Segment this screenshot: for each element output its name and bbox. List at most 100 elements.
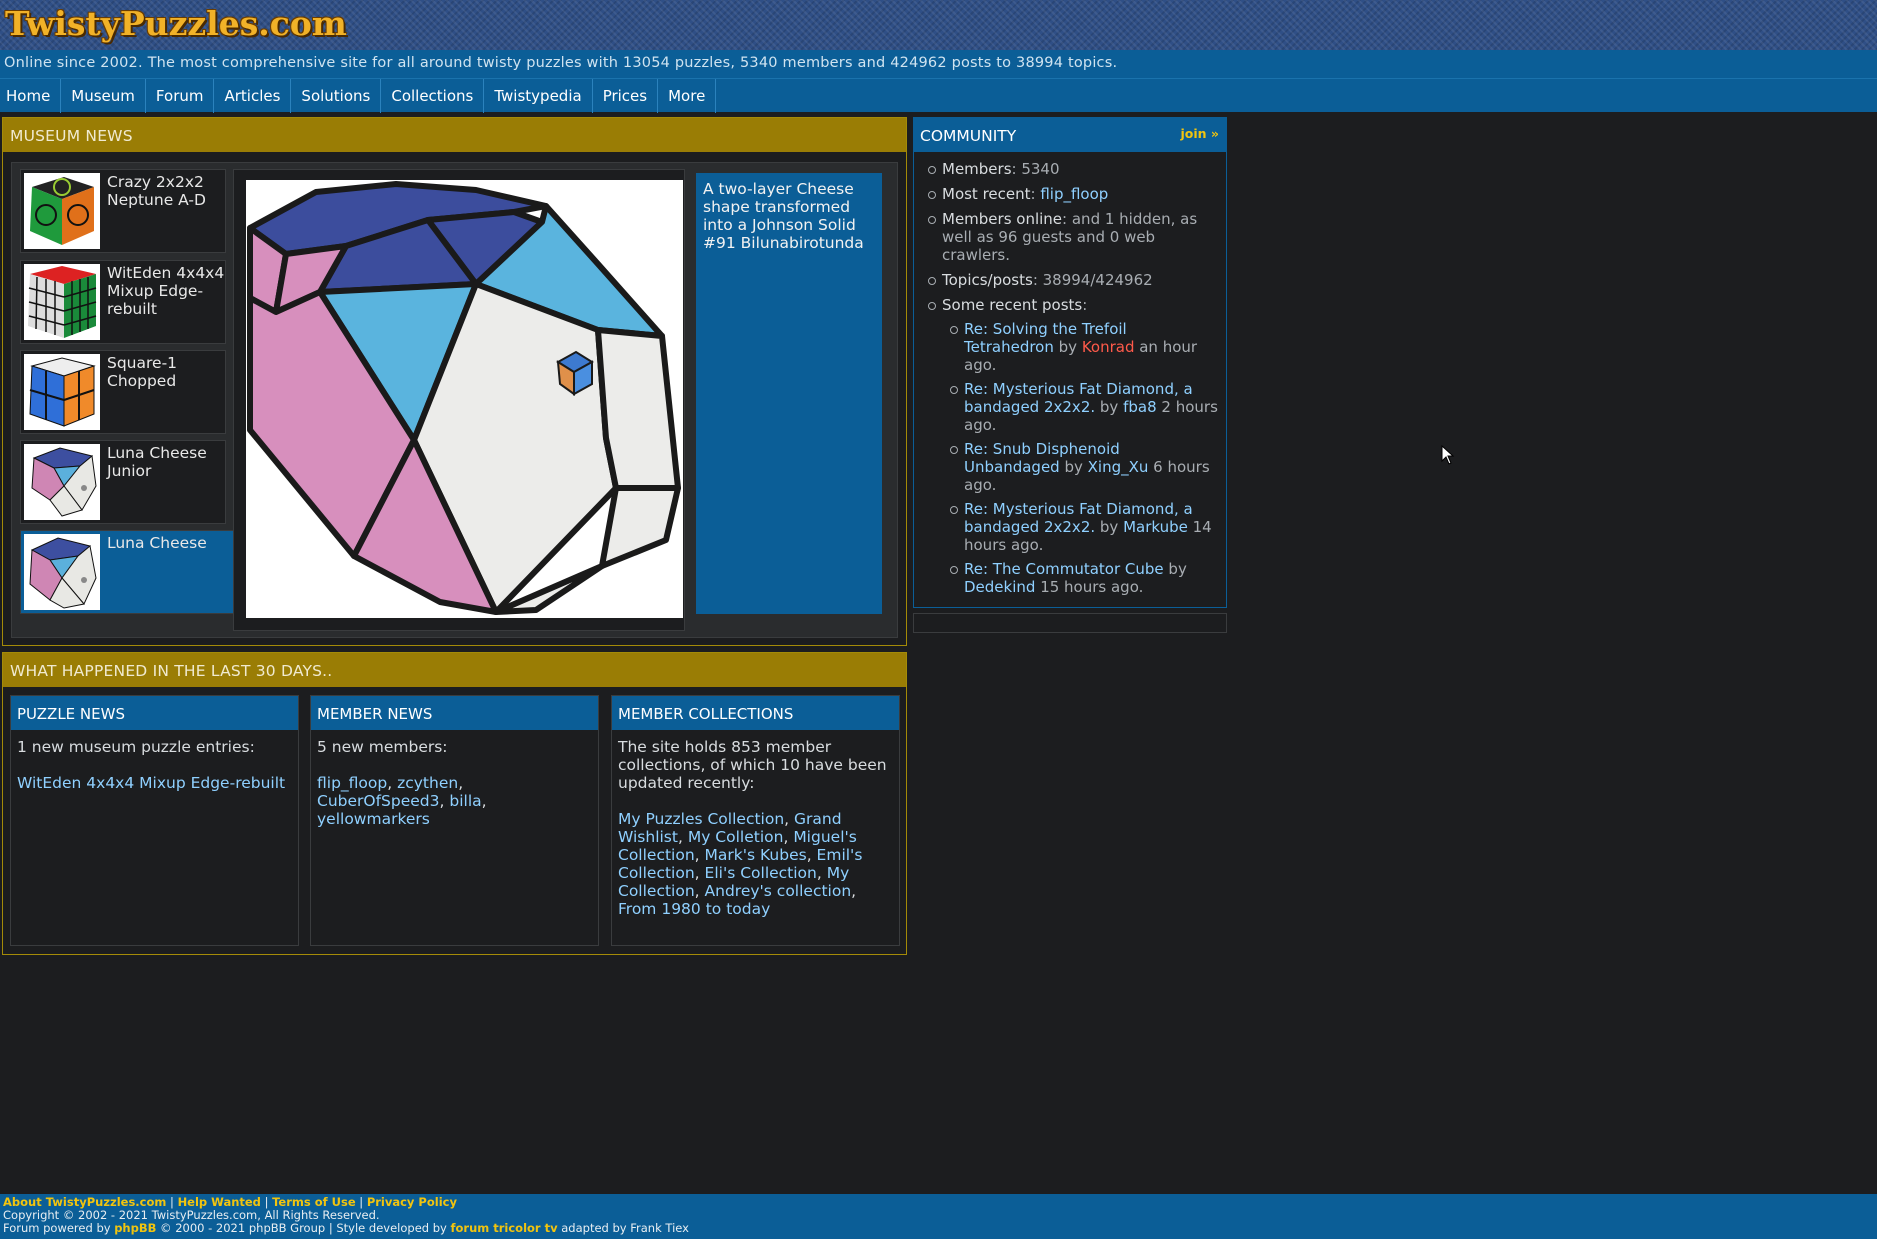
museum-item[interactable]: Square-1 Chopped	[20, 350, 226, 434]
last-30-days-title: WHAT HAPPENED IN THE LAST 30 DAYS..	[3, 653, 906, 687]
museum-item-name[interactable]: Crazy 2x2x2 Neptune A-D	[107, 173, 225, 209]
puzzle-news-entry-link[interactable]: WitEden 4x4x4 Mixup Edge-rebuilt	[17, 774, 285, 792]
recent-posts: Some recent posts: Re: Solving the Trefo…	[928, 296, 1220, 596]
community-title: COMMUNITY	[920, 127, 1017, 145]
museum-item-name[interactable]: WitEden 4x4x4 Mixup Edge-rebuilt	[107, 264, 225, 318]
most-recent-label: Most recent	[942, 185, 1031, 203]
site-banner: TwistyPuzzles.com	[0, 0, 1877, 50]
recent-post: Re: Solving the Trefoil Tetrahedron by K…	[950, 320, 1220, 374]
featured-puzzle-description[interactable]: A two-layer Cheese shape transformed int…	[696, 173, 882, 614]
puzzle-thumbnail[interactable]	[24, 173, 100, 249]
main-nav: Home Museum Forum Articles Solutions Col…	[0, 78, 1877, 113]
puzzle-news-intro: 1 new museum puzzle entries:	[17, 738, 255, 756]
topics-posts-value: : 38994/424962	[1032, 271, 1153, 289]
collection-link[interactable]: Eli's Collection	[705, 864, 817, 882]
post-by: by	[1095, 518, 1124, 536]
post-author-link[interactable]: Xing_Xu	[1088, 458, 1149, 476]
site-footer: About TwistyPuzzles.com | Help Wanted | …	[0, 1194, 1877, 1239]
new-member-link[interactable]: flip_floop	[317, 774, 387, 792]
member-collections-intro: The site holds 853 member collections, o…	[618, 738, 887, 792]
member-news-title: MEMBER NEWS	[311, 696, 598, 730]
museum-item-name[interactable]: Luna Cheese	[107, 534, 225, 552]
most-recent-sep: :	[1030, 185, 1041, 203]
new-member-link[interactable]: billa	[449, 792, 481, 810]
most-recent-member-link[interactable]: flip_floop	[1040, 185, 1108, 203]
museum-item-name[interactable]: Luna Cheese Junior	[107, 444, 225, 480]
community-empty-box	[913, 613, 1227, 633]
museum-item[interactable]: Luna Cheese Junior	[20, 440, 226, 524]
post-author-link[interactable]: Konrad	[1082, 338, 1135, 356]
last-30-days-panel: WHAT HAPPENED IN THE LAST 30 DAYS.. PUZZ…	[2, 652, 907, 955]
member-collections-title: MEMBER COLLECTIONS	[612, 696, 899, 730]
collection-link[interactable]: From 1980 to today	[618, 900, 770, 918]
post-author-link[interactable]: Markube	[1123, 518, 1188, 536]
museum-item-selected[interactable]: Luna Cheese	[20, 530, 234, 614]
recent-post: Re: Mysterious Fat Diamond, a bandaged 2…	[950, 380, 1220, 434]
post-author-link[interactable]: Dedekind	[964, 578, 1035, 596]
nav-home[interactable]: Home	[0, 79, 62, 113]
recent-post: Re: The Commutator Cube by Dedekind 15 h…	[950, 560, 1220, 596]
site-logo[interactable]: TwistyPuzzles.com	[5, 4, 347, 43]
recent-posts-label: Some recent posts	[942, 296, 1083, 314]
museum-item[interactable]: WitEden 4x4x4 Mixup Edge-rebuilt	[20, 260, 226, 344]
nav-twistypedia[interactable]: Twistypedia	[484, 79, 593, 113]
footer-terms-link[interactable]: Terms of Use	[272, 1195, 356, 1209]
footer-powered-by: Forum powered by phpBB © 2000 - 2021 php…	[3, 1222, 1877, 1235]
members-value: : 5340	[1011, 160, 1060, 178]
post-by: by	[1163, 560, 1187, 578]
puzzle-thumbnail[interactable]	[24, 534, 100, 610]
powered-suffix: adapted by Frank Tiex	[557, 1221, 689, 1235]
powered-mid: © 2000 - 2021 phpBB Group | Style develo…	[156, 1221, 451, 1235]
museum-news-content: Crazy 2x2x2 Neptune A-D WitEden 4x4x4 Mi…	[11, 162, 898, 638]
nav-museum[interactable]: Museum	[61, 79, 146, 113]
featured-puzzle-image[interactable]	[246, 180, 683, 618]
nav-forum[interactable]: Forum	[146, 79, 215, 113]
member-collections-column: MEMBER COLLECTIONS The site holds 853 me…	[611, 695, 900, 946]
footer-about-link[interactable]: About TwistyPuzzles.com	[3, 1195, 166, 1209]
museum-news-panel: MUSEUM NEWS Crazy 2x2x2 Neptune A-D WitE…	[2, 117, 907, 646]
recent-posts-colon: :	[1082, 296, 1088, 314]
collection-link[interactable]: My Colletion	[688, 828, 784, 846]
post-time: 15 hours ago.	[1035, 578, 1144, 596]
puzzle-news-column: PUZZLE NEWS 1 new museum puzzle entries:…	[10, 695, 299, 946]
footer-help-wanted-link[interactable]: Help Wanted	[178, 1195, 261, 1209]
members-label: Members	[942, 160, 1012, 178]
join-link[interactable]: join »	[1181, 126, 1219, 141]
most-recent-member: Most recent: flip_floop	[928, 185, 1220, 203]
nav-solutions[interactable]: Solutions	[291, 79, 382, 113]
museum-news-title: MUSEUM NEWS	[3, 118, 906, 152]
topics-posts: Topics/posts: 38994/424962	[928, 271, 1220, 289]
member-news-intro: 5 new members:	[317, 738, 448, 756]
puzzle-news-title: PUZZLE NEWS	[11, 696, 298, 730]
nav-collections[interactable]: Collections	[381, 79, 485, 113]
puzzle-thumbnail[interactable]	[24, 444, 100, 520]
site-tagline: Online since 2002. The most comprehensiv…	[0, 50, 1877, 78]
recent-post: Re: Snub Disphenoid Unbandaged by Xing_X…	[950, 440, 1220, 494]
post-by: by	[1059, 458, 1088, 476]
recent-post: Re: Mysterious Fat Diamond, a bandaged 2…	[950, 500, 1220, 554]
members-online-label: Members online	[942, 210, 1063, 228]
new-member-link[interactable]: zcythen	[397, 774, 458, 792]
new-member-link[interactable]: yellowmarkers	[317, 810, 430, 828]
nav-prices[interactable]: Prices	[593, 79, 659, 113]
post-by: by	[1053, 338, 1082, 356]
puzzle-thumbnail[interactable]	[24, 264, 100, 340]
collection-link[interactable]: Mark's Kubes	[705, 846, 807, 864]
recent-posts-list: Re: Solving the Trefoil Tetrahedron by K…	[942, 320, 1220, 596]
footer-privacy-link[interactable]: Privacy Policy	[367, 1195, 457, 1209]
puzzle-thumbnail[interactable]	[24, 354, 100, 430]
nav-more[interactable]: More	[658, 79, 717, 113]
nav-articles[interactable]: Articles	[214, 79, 292, 113]
member-news-column: MEMBER NEWS 5 new members: flip_floop, z…	[310, 695, 599, 946]
style-link[interactable]: forum tricolor tv	[451, 1221, 558, 1235]
collection-link[interactable]: My Puzzles Collection	[618, 810, 784, 828]
post-author-link[interactable]: fba8	[1123, 398, 1157, 416]
collection-link[interactable]: Andrey's collection	[705, 882, 852, 900]
museum-item[interactable]: Crazy 2x2x2 Neptune A-D	[20, 169, 226, 253]
new-member-link[interactable]: CuberOfSpeed3	[317, 792, 440, 810]
post-title-link[interactable]: Re: The Commutator Cube	[964, 560, 1164, 578]
museum-item-name[interactable]: Square-1 Chopped	[107, 354, 225, 390]
phpbb-link[interactable]: phpBB	[114, 1221, 156, 1235]
community-header: COMMUNITY join »	[914, 118, 1226, 152]
members-online: Members online: and 1 hidden, as well as…	[928, 210, 1220, 264]
